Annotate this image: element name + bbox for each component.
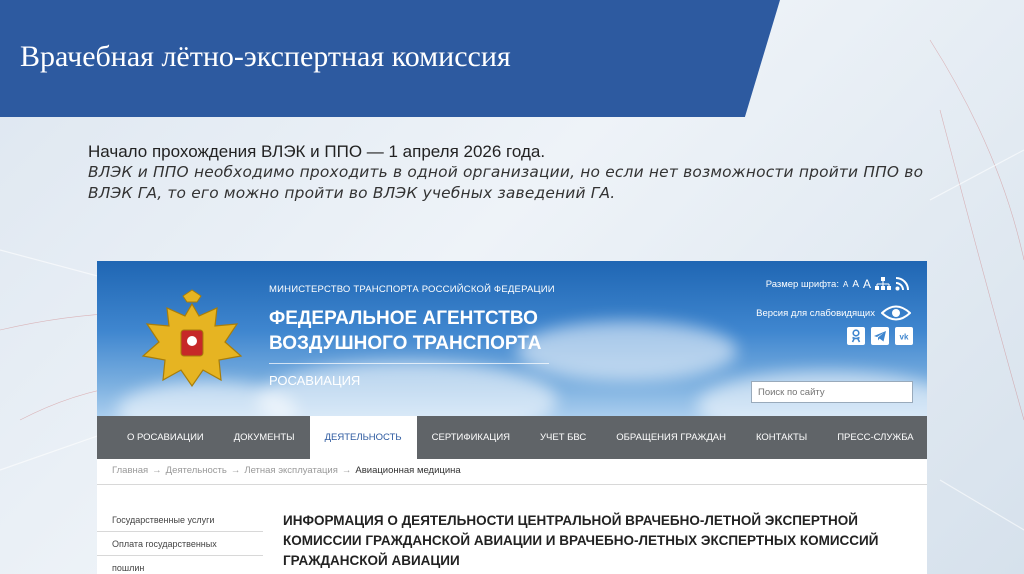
odnoklassniki-icon[interactable] (847, 327, 865, 345)
vision-impaired-label: Версия для слабовидящих (756, 307, 875, 319)
nav-item-contacts[interactable]: КОНТАКТЫ (741, 416, 822, 459)
breadcrumb-current: Авиационная медицина (355, 465, 461, 476)
side-menu-item-public-services[interactable]: Государственные услуги (97, 508, 263, 532)
vk-icon[interactable]: vk (895, 327, 913, 345)
side-menu-item-state-fees[interactable]: Оплата государственных пошлин (97, 532, 263, 573)
nav-item-certification[interactable]: СЕРТИФИКАЦИЯ (417, 416, 525, 459)
font-size-label: Размер шрифта: (765, 278, 839, 290)
svg-text:vk: vk (900, 333, 909, 342)
breadcrumb-separator: → (341, 465, 352, 476)
intro-note: ВЛЭК и ППО необходимо проходить в одной … (88, 163, 924, 202)
nav-item-citizen-appeals[interactable]: ОБРАЩЕНИЯ ГРАЖДАН (601, 416, 741, 459)
content-title: ИНФОРМАЦИЯ О ДЕЯТЕЛЬНОСТИ ЦЕНТРАЛЬНОЙ ВР… (283, 513, 879, 568)
font-size-controls: Размер шрифта: А А А (766, 277, 909, 291)
nav-item-activity[interactable]: ДЕЯТЕЛЬНОСТЬ (309, 416, 417, 459)
content-divider (97, 484, 927, 485)
agency-short-name: РОСАВИАЦИЯ (269, 373, 361, 388)
agency-name[interactable]: ФЕДЕРАЛЬНОЕ АГЕНТСТВО ВОЗДУШНОГО ТРАНСПО… (269, 306, 549, 356)
main-navigation: О РОСАВИАЦИИ ДОКУМЕНТЫ ДЕЯТЕЛЬНОСТЬ СЕРТ… (97, 416, 927, 459)
breadcrumb-separator: → (230, 465, 241, 476)
font-size-small-button[interactable]: А (843, 280, 848, 289)
telegram-icon[interactable] (871, 327, 889, 345)
site-header: МИНИСТЕРСТВО ТРАНСПОРТА РОССИЙСКОЙ ФЕДЕР… (97, 261, 927, 416)
intro-start-date: Начало прохождения ВЛЭК и ППО — 1 апреля… (88, 142, 546, 161)
ministry-name: МИНИСТЕРСТВО ТРАНСПОРТА РОССИЙСКОЙ ФЕДЕР… (269, 284, 555, 295)
social-links: vk (847, 327, 913, 345)
eye-icon (881, 305, 911, 321)
intro-text: Начало прохождения ВЛЭК и ППО — 1 апреля… (88, 142, 948, 204)
nav-item-uav-registry[interactable]: УЧЕТ БВС (525, 416, 601, 459)
breadcrumb: Главная → Деятельность → Летная эксплуат… (112, 465, 461, 476)
side-menu: Государственные услуги Оплата государств… (97, 508, 263, 573)
breadcrumb-separator: → (152, 465, 162, 476)
header-divider (269, 363, 549, 364)
vision-impaired-link[interactable]: Версия для слабовидящих (756, 304, 911, 322)
website-screenshot: МИНИСТЕРСТВО ТРАНСПОРТА РОССИЙСКОЙ ФЕДЕР… (97, 261, 927, 574)
breadcrumb-home[interactable]: Главная (112, 465, 148, 476)
font-size-large-button[interactable]: А (863, 277, 871, 291)
coat-of-arms-icon (141, 289, 243, 388)
nav-item-documents[interactable]: ДОКУМЕНТЫ (219, 416, 310, 459)
slide-title: Врачебная лётно-экспертная комиссия (20, 40, 511, 73)
breadcrumb-flight-operations[interactable]: Летная эксплуатация (244, 465, 338, 476)
rss-icon[interactable] (895, 277, 909, 291)
font-size-medium-button[interactable]: А (852, 279, 859, 290)
nav-item-press[interactable]: ПРЕСС-СЛУЖБА (822, 416, 927, 459)
breadcrumb-activity[interactable]: Деятельность (166, 465, 227, 476)
sitemap-icon[interactable] (875, 277, 891, 291)
nav-item-about[interactable]: О РОСАВИАЦИИ (97, 416, 219, 459)
search-input[interactable] (751, 381, 913, 403)
